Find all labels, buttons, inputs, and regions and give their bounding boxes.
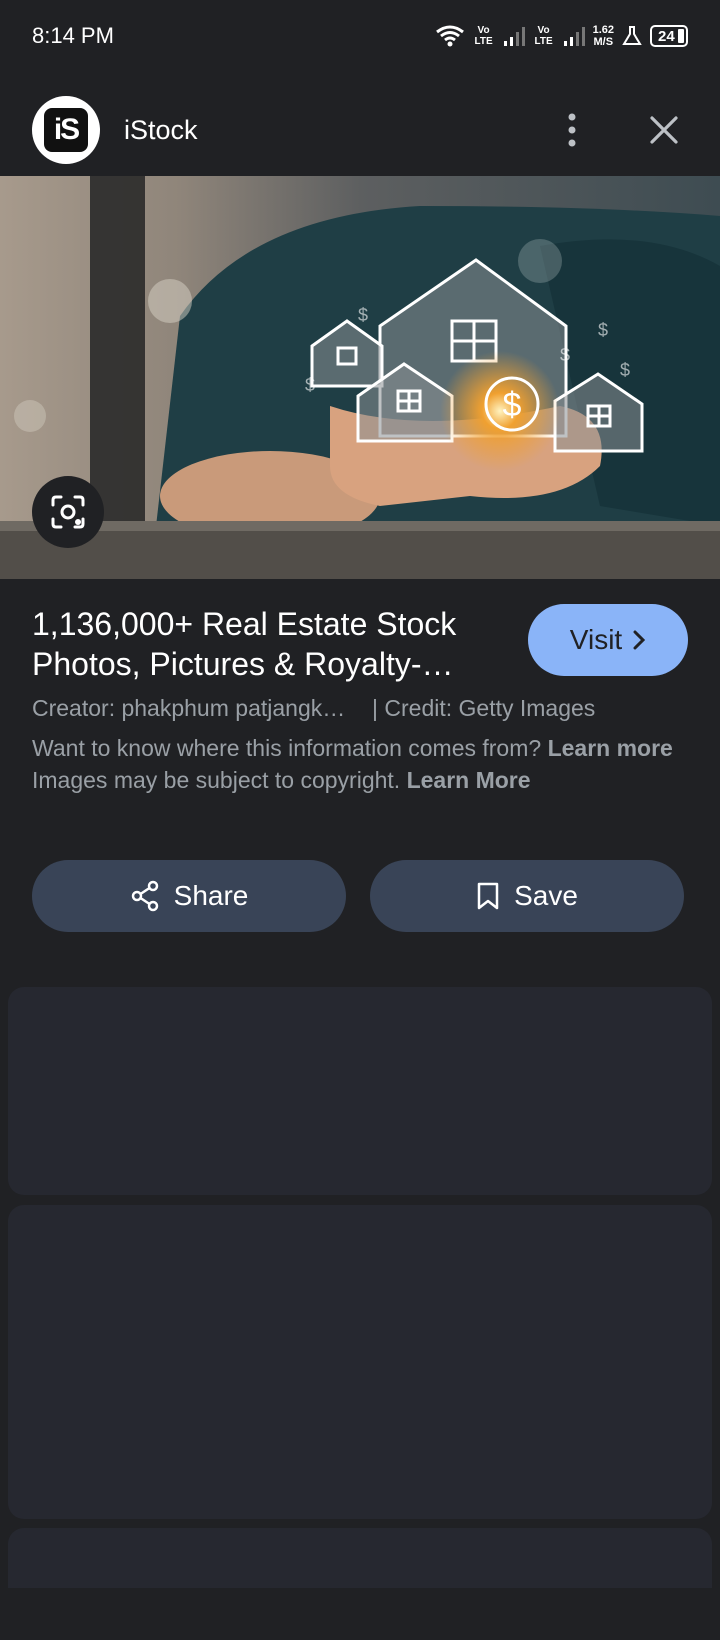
save-button[interactable]: Save bbox=[370, 860, 684, 932]
status-icons: Vo LTE Vo LTE 1.62 M/S 24 bbox=[435, 24, 688, 48]
info-section: Want to know where this information come… bbox=[32, 732, 688, 796]
close-button[interactable] bbox=[640, 106, 688, 154]
battery-indicator: 24 bbox=[650, 25, 688, 47]
speed-value: 1.62 bbox=[592, 24, 614, 36]
battery-icon: 24 bbox=[650, 25, 688, 47]
bookmark-icon bbox=[477, 882, 499, 910]
credit-text: | Credit: Getty Images bbox=[372, 695, 596, 721]
svg-text:$: $ bbox=[598, 320, 608, 340]
status-time: 8:14 PM bbox=[32, 23, 114, 48]
site-name[interactable]: iStock bbox=[124, 115, 198, 146]
speed-unit: M/S bbox=[593, 36, 614, 48]
svg-text:$: $ bbox=[305, 375, 315, 395]
info-text: Want to know where this information come… bbox=[32, 735, 542, 761]
share-icon bbox=[131, 880, 158, 912]
signal-icon-1 bbox=[503, 27, 525, 46]
more-vert-icon bbox=[568, 113, 576, 147]
svg-text:$: $ bbox=[560, 345, 570, 365]
share-label: Share bbox=[173, 880, 249, 911]
chevron-right-icon bbox=[633, 630, 646, 650]
istock-logo-icon: iS bbox=[44, 108, 88, 152]
action-buttons: Share Save bbox=[32, 860, 684, 932]
copyright-learn-more-link[interactable]: Learn More bbox=[407, 767, 531, 793]
result-image[interactable]: $ $ $ $ $ $ bbox=[0, 176, 720, 579]
creator-text: Creator: phakphum patjangk… bbox=[32, 695, 346, 721]
visit-label: Visit bbox=[569, 624, 623, 655]
source-header: iS iStock bbox=[0, 84, 720, 176]
wifi-icon bbox=[435, 25, 464, 47]
save-label: Save bbox=[514, 880, 578, 911]
related-card-placeholder bbox=[8, 1528, 712, 1588]
battery-level: 24 bbox=[658, 27, 675, 45]
status-bar: 8:14 PM Vo LTE Vo LTE 1.62 M/S 24 bbox=[0, 0, 720, 72]
flask-icon bbox=[622, 26, 642, 45]
result-title-row: 1,136,000+ Real Estate Stock Photos, Pic… bbox=[32, 604, 688, 684]
network-speed: 1.62 M/S bbox=[593, 24, 614, 48]
house-in-hand-image: $ $ $ $ $ $ bbox=[0, 176, 720, 579]
volte-badge-1: Vo LTE bbox=[474, 25, 493, 47]
close-icon bbox=[650, 116, 678, 144]
visit-button[interactable]: Visit bbox=[528, 604, 688, 676]
svg-text:$: $ bbox=[503, 386, 522, 424]
lens-search-button[interactable] bbox=[32, 476, 104, 548]
svg-text:$: $ bbox=[358, 305, 368, 325]
navigation-bar-area bbox=[0, 1588, 720, 1640]
copyright-text: Images may be subject to copyright. bbox=[32, 767, 401, 793]
related-card-placeholder bbox=[8, 987, 712, 1195]
share-button[interactable]: Share bbox=[32, 860, 346, 932]
signal-icon-2 bbox=[563, 27, 585, 46]
result-title[interactable]: 1,136,000+ Real Estate Stock Photos, Pic… bbox=[32, 604, 472, 684]
svg-text:$: $ bbox=[620, 360, 630, 380]
image-metadata: Creator: phakphum patjangk… | Credit: Ge… bbox=[32, 692, 688, 724]
learn-more-link[interactable]: Learn more bbox=[548, 735, 673, 761]
more-options-button[interactable] bbox=[548, 106, 596, 154]
related-card-placeholder bbox=[8, 1205, 712, 1519]
camera-lens-icon bbox=[51, 495, 85, 529]
volte-badge-2: Vo LTE bbox=[534, 25, 553, 47]
site-logo[interactable]: iS bbox=[32, 96, 100, 164]
